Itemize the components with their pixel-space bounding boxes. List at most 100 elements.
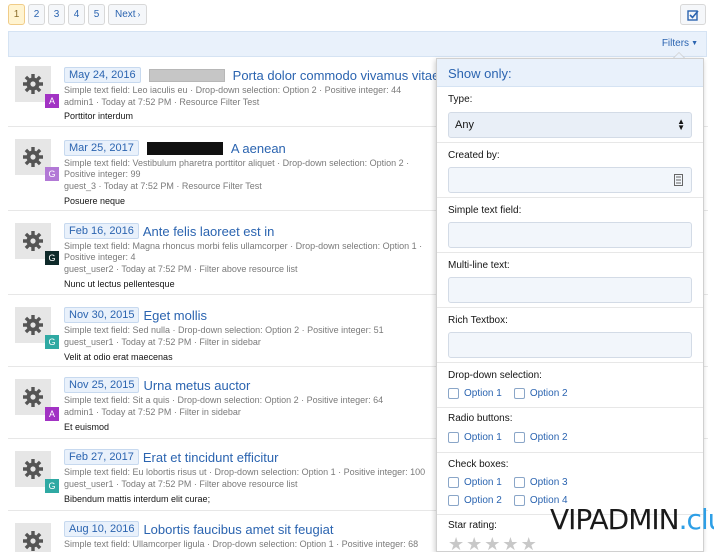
page-1-button[interactable]: 1 xyxy=(8,4,25,25)
multiline-input[interactable] xyxy=(448,277,692,303)
option-label: Option 1 xyxy=(464,477,502,488)
star-icon[interactable]: ★ xyxy=(502,535,518,551)
resource-title-line: Feb 27, 2017 Erat et tincidunt efficitur xyxy=(64,449,278,465)
resource-title-link[interactable]: A aenean xyxy=(231,141,286,156)
multiline-filter: Multi-line text: xyxy=(437,252,703,307)
checkbox-icon xyxy=(687,9,699,21)
pagination: 1 2 3 4 5 Next › xyxy=(8,4,148,25)
radio-option-2[interactable]: Option 2 xyxy=(513,432,568,443)
option-label: Option 2 xyxy=(529,432,568,443)
resource-icon[interactable]: G xyxy=(15,307,59,349)
star-rating-label: Star rating: xyxy=(448,520,497,531)
resource-icon[interactable]: G xyxy=(15,223,59,265)
checkbox-icon xyxy=(513,432,525,443)
next-label: Next xyxy=(115,9,136,20)
resource-fields-cont: Positive integer: 99 xyxy=(64,169,141,179)
resource-snippet: Posuere neque xyxy=(64,196,126,206)
gear-icon xyxy=(23,147,43,167)
radio-label: Radio buttons: xyxy=(448,413,513,424)
resource-snippet: Velit at odio erat maecenas xyxy=(64,352,173,362)
filter-bar: Filters ▼ xyxy=(8,31,707,57)
checkbox-options-row-1: Option 1 Option 3 xyxy=(448,477,568,488)
resource-icon[interactable]: G xyxy=(15,451,59,493)
resource-icon[interactable]: A xyxy=(15,379,59,421)
star-rating-input[interactable]: ★ ★ ★ ★ ★ xyxy=(448,535,537,551)
filters-menu-toggle[interactable]: Filters ▼ xyxy=(662,38,698,49)
star-icon[interactable]: ★ xyxy=(521,535,537,551)
user-avatar-badge[interactable]: G xyxy=(45,479,59,493)
dropdown-option-2[interactable]: Option 2 xyxy=(513,388,568,399)
simple-text-input[interactable] xyxy=(448,222,692,248)
gear-icon xyxy=(23,231,43,251)
star-icon[interactable]: ★ xyxy=(448,535,464,551)
user-avatar-badge[interactable]: G xyxy=(45,335,59,349)
star-icon[interactable]: ★ xyxy=(484,535,500,551)
resource-fields: Simple text field: Eu lobortis risus ut … xyxy=(64,467,426,477)
watermark-dot: . xyxy=(678,503,688,536)
multiline-label: Multi-line text: xyxy=(448,260,510,271)
date-badge: Feb 16, 2016 xyxy=(64,223,139,239)
page-3-button[interactable]: 3 xyxy=(48,4,65,25)
resource-title-link[interactable]: Erat et tincidunt efficitur xyxy=(143,450,279,465)
radio-option-1[interactable]: Option 1 xyxy=(448,432,502,443)
star-icon[interactable]: ★ xyxy=(466,535,482,551)
resource-fields: Simple text field: Magna rhoncus morbi f… xyxy=(64,241,423,251)
checkboxes-label: Check boxes: xyxy=(448,459,509,470)
user-avatar-badge[interactable]: G xyxy=(45,251,59,265)
resource-snippet: Nunc ut lectus pellentesque xyxy=(64,279,175,289)
resource-icon[interactable]: A xyxy=(15,66,59,108)
created-by-input[interactable] xyxy=(448,167,692,193)
resource-title-link[interactable]: Lobortis faucibus amet sit feugiat xyxy=(143,522,333,537)
popup-caret-inner xyxy=(674,53,684,58)
checkbox-option-2[interactable]: Option 2 xyxy=(448,495,502,506)
resource-fields: Simple text field: Sit a quis · Drop-dow… xyxy=(64,395,384,405)
resource-icon[interactable] xyxy=(15,523,51,552)
resource-icon[interactable]: G xyxy=(15,139,59,181)
checkbox-icon xyxy=(513,495,525,506)
resource-title-link[interactable]: Urna metus auctor xyxy=(143,378,250,393)
dropdown-option-1[interactable]: Option 1 xyxy=(448,388,502,399)
checkbox-icon xyxy=(448,388,459,399)
resource-author-line: guest_user1 · Today at 7:52 PM · Filter … xyxy=(64,479,298,489)
option-label: Option 1 xyxy=(464,388,502,399)
page-5-button[interactable]: 5 xyxy=(88,4,105,25)
chevron-right-icon: › xyxy=(137,10,141,19)
type-select[interactable]: Any ▲ ▼ xyxy=(448,112,692,138)
next-page-button[interactable]: Next › xyxy=(108,4,148,25)
select-items-button[interactable] xyxy=(680,4,706,25)
resource-title-link[interactable]: Eget mollis xyxy=(143,308,207,323)
date-badge: Nov 30, 2015 xyxy=(64,307,140,323)
gear-icon xyxy=(23,74,43,94)
simple-text-filter: Simple text field: xyxy=(437,197,703,252)
user-avatar-badge[interactable]: G xyxy=(45,167,59,181)
option-label: Option 3 xyxy=(529,477,568,488)
resource-title-line: Nov 25, 2015 Urna metus auctor xyxy=(64,377,250,393)
rich-textbox-input[interactable] xyxy=(448,332,692,358)
resource-author-line: guest_3 · Today at 7:52 PM · Resource Fi… xyxy=(64,181,262,191)
resource-fields: Simple text field: Sed nulla · Drop-down… xyxy=(64,325,384,335)
page-4-button[interactable]: 4 xyxy=(68,4,85,25)
resource-title-line: Nov 30, 2015 Eget mollis xyxy=(64,307,207,323)
watermark-logo: VIPADMIN.club xyxy=(550,503,714,536)
created-by-filter: Created by: xyxy=(437,142,703,197)
type-select-value: Any xyxy=(455,119,474,131)
user-avatar-badge[interactable]: A xyxy=(45,94,59,108)
page-2-button[interactable]: 2 xyxy=(28,4,45,25)
filter-panel-heading: Show only: xyxy=(437,59,703,87)
date-badge: Feb 27, 2017 xyxy=(64,449,139,465)
created-by-label: Created by: xyxy=(448,150,500,161)
resource-title-link[interactable]: Porta dolor commodo vivamus vitae xyxy=(233,68,440,83)
resource-title-link[interactable]: Ante felis laoreet est in xyxy=(143,224,275,239)
resource-title-line: Aug 10, 2016 Lobortis faucibus amet sit … xyxy=(64,521,334,537)
user-avatar-badge[interactable]: A xyxy=(45,407,59,421)
resource-snippet: Et euismod xyxy=(64,422,110,432)
resource-fields: Simple text field: Ullamcorper ligula · … xyxy=(64,539,419,549)
gear-icon xyxy=(23,315,43,335)
type-filter: Type: Any ▲ ▼ xyxy=(437,87,703,141)
resource-author-line: guest_user2 · Today at 7:52 PM · Filter … xyxy=(64,264,298,274)
select-arrows-icon: ▲ ▼ xyxy=(677,117,685,132)
checkbox-option-1[interactable]: Option 1 xyxy=(448,477,502,488)
checkbox-icon xyxy=(513,477,525,488)
checkbox-option-3[interactable]: Option 3 xyxy=(513,477,568,488)
resource-title-line: Feb 16, 2016 Ante felis laoreet est in xyxy=(64,223,274,239)
